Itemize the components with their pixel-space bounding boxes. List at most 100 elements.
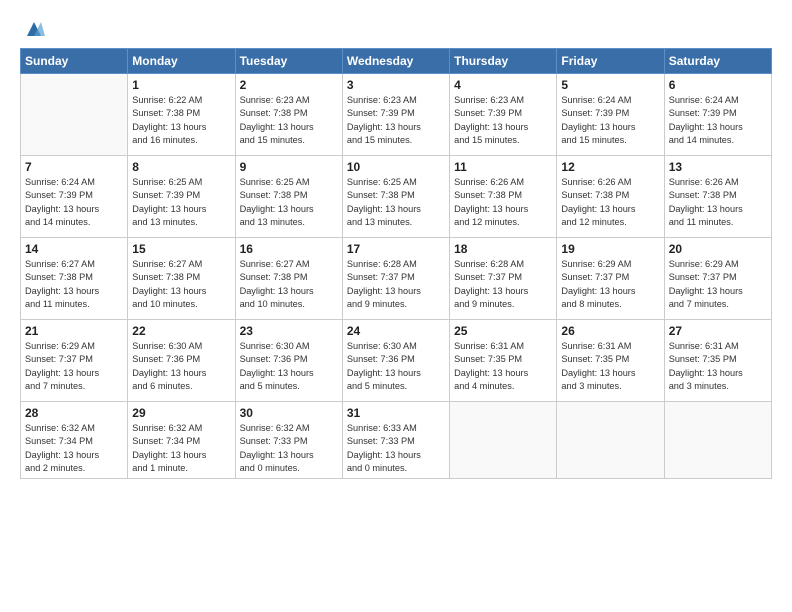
calendar-day-cell: 24 Sunrise: 6:30 AM Sunset: 7:36 PM Dayli… bbox=[342, 320, 449, 402]
calendar-body: 1 Sunrise: 6:22 AM Sunset: 7:38 PM Daylig… bbox=[21, 74, 772, 479]
calendar-week-row: 7Sunrise: 6:24 AM Sunset: 7:39 PM Daylig… bbox=[21, 156, 772, 238]
calendar-day-cell: 22 Sunrise: 6:30 AM Sunset: 7:36 PM Dayli… bbox=[128, 320, 235, 402]
calendar-day-cell: 20Sunrise: 6:29 AM Sunset: 7:37 PM Dayli… bbox=[664, 238, 771, 320]
calendar-day-cell: 4 Sunrise: 6:23 AM Sunset: 7:39 PM Daylig… bbox=[450, 74, 557, 156]
calendar-day-cell bbox=[557, 402, 664, 479]
day-info: Sunrise: 6:26 AM Sunset: 7:38 PM Dayligh… bbox=[561, 176, 659, 229]
day-info: Sunrise: 6:23 AM Sunset: 7:38 PM Dayligh… bbox=[240, 94, 338, 147]
calendar-day-cell: 13 Sunrise: 6:26 AM Sunset: 7:38 PM Dayli… bbox=[664, 156, 771, 238]
calendar-day-cell: 2 Sunrise: 6:23 AM Sunset: 7:38 PM Daylig… bbox=[235, 74, 342, 156]
day-info: Sunrise: 6:29 AM Sunset: 7:37 PM Dayligh… bbox=[561, 258, 659, 311]
calendar-day-cell: 17 Sunrise: 6:28 AM Sunset: 7:37 PM Dayli… bbox=[342, 238, 449, 320]
header bbox=[20, 16, 772, 40]
calendar-day-cell: 6 Sunrise: 6:24 AM Sunset: 7:39 PM Daylig… bbox=[664, 74, 771, 156]
day-info: Sunrise: 6:32 AM Sunset: 7:34 PM Dayligh… bbox=[25, 422, 123, 475]
day-info: Sunrise: 6:28 AM Sunset: 7:37 PM Dayligh… bbox=[454, 258, 552, 311]
day-info: Sunrise: 6:22 AM Sunset: 7:38 PM Dayligh… bbox=[132, 94, 230, 147]
day-number: 25 bbox=[454, 324, 552, 338]
day-number: 18 bbox=[454, 242, 552, 256]
day-info: Sunrise: 6:24 AM Sunset: 7:39 PM Dayligh… bbox=[25, 176, 123, 229]
calendar-header-cell: Tuesday bbox=[235, 49, 342, 74]
day-info: Sunrise: 6:33 AM Sunset: 7:33 PM Dayligh… bbox=[347, 422, 445, 475]
calendar-week-row: 21 Sunrise: 6:29 AM Sunset: 7:37 PM Dayli… bbox=[21, 320, 772, 402]
day-number: 13 bbox=[669, 160, 767, 174]
day-info: Sunrise: 6:23 AM Sunset: 7:39 PM Dayligh… bbox=[454, 94, 552, 147]
calendar-table: SundayMondayTuesdayWednesdayThursdayFrid… bbox=[20, 48, 772, 479]
day-info: Sunrise: 6:30 AM Sunset: 7:36 PM Dayligh… bbox=[132, 340, 230, 393]
day-number: 6 bbox=[669, 78, 767, 92]
day-number: 15 bbox=[132, 242, 230, 256]
day-info: Sunrise: 6:29 AM Sunset: 7:37 PM Dayligh… bbox=[25, 340, 123, 393]
day-number: 28 bbox=[25, 406, 123, 420]
day-number: 19 bbox=[561, 242, 659, 256]
day-number: 11 bbox=[454, 160, 552, 174]
calendar-day-cell: 25 Sunrise: 6:31 AM Sunset: 7:35 PM Dayli… bbox=[450, 320, 557, 402]
day-info: Sunrise: 6:28 AM Sunset: 7:37 PM Dayligh… bbox=[347, 258, 445, 311]
day-info: Sunrise: 6:23 AM Sunset: 7:39 PM Dayligh… bbox=[347, 94, 445, 147]
calendar-day-cell: 21 Sunrise: 6:29 AM Sunset: 7:37 PM Dayli… bbox=[21, 320, 128, 402]
day-info: Sunrise: 6:31 AM Sunset: 7:35 PM Dayligh… bbox=[561, 340, 659, 393]
calendar-day-cell: 8 Sunrise: 6:25 AM Sunset: 7:39 PM Daylig… bbox=[128, 156, 235, 238]
calendar-day-cell: 10Sunrise: 6:25 AM Sunset: 7:38 PM Dayli… bbox=[342, 156, 449, 238]
day-number: 5 bbox=[561, 78, 659, 92]
calendar-week-row: 14 Sunrise: 6:27 AM Sunset: 7:38 PM Dayli… bbox=[21, 238, 772, 320]
day-info: Sunrise: 6:31 AM Sunset: 7:35 PM Dayligh… bbox=[454, 340, 552, 393]
day-number: 2 bbox=[240, 78, 338, 92]
calendar-day-cell: 1 Sunrise: 6:22 AM Sunset: 7:38 PM Daylig… bbox=[128, 74, 235, 156]
day-info: Sunrise: 6:25 AM Sunset: 7:39 PM Dayligh… bbox=[132, 176, 230, 229]
day-number: 30 bbox=[240, 406, 338, 420]
page: SundayMondayTuesdayWednesdayThursdayFrid… bbox=[0, 0, 792, 612]
day-number: 14 bbox=[25, 242, 123, 256]
day-number: 3 bbox=[347, 78, 445, 92]
day-number: 4 bbox=[454, 78, 552, 92]
day-number: 31 bbox=[347, 406, 445, 420]
logo bbox=[20, 16, 45, 40]
calendar-day-cell: 15Sunrise: 6:27 AM Sunset: 7:38 PM Dayli… bbox=[128, 238, 235, 320]
calendar-header-cell: Saturday bbox=[664, 49, 771, 74]
day-info: Sunrise: 6:26 AM Sunset: 7:38 PM Dayligh… bbox=[669, 176, 767, 229]
day-number: 22 bbox=[132, 324, 230, 338]
calendar-header-cell: Thursday bbox=[450, 49, 557, 74]
calendar-day-cell: 23 Sunrise: 6:30 AM Sunset: 7:36 PM Dayli… bbox=[235, 320, 342, 402]
day-info: Sunrise: 6:27 AM Sunset: 7:38 PM Dayligh… bbox=[240, 258, 338, 311]
day-number: 23 bbox=[240, 324, 338, 338]
calendar-day-cell: 31 Sunrise: 6:33 AM Sunset: 7:33 PM Dayli… bbox=[342, 402, 449, 479]
day-number: 12 bbox=[561, 160, 659, 174]
day-number: 24 bbox=[347, 324, 445, 338]
day-info: Sunrise: 6:32 AM Sunset: 7:33 PM Dayligh… bbox=[240, 422, 338, 475]
day-info: Sunrise: 6:24 AM Sunset: 7:39 PM Dayligh… bbox=[669, 94, 767, 147]
calendar-day-cell: 5Sunrise: 6:24 AM Sunset: 7:39 PM Daylig… bbox=[557, 74, 664, 156]
day-number: 20 bbox=[669, 242, 767, 256]
day-number: 9 bbox=[240, 160, 338, 174]
day-info: Sunrise: 6:30 AM Sunset: 7:36 PM Dayligh… bbox=[347, 340, 445, 393]
calendar-week-row: 28 Sunrise: 6:32 AM Sunset: 7:34 PM Dayli… bbox=[21, 402, 772, 479]
day-number: 29 bbox=[132, 406, 230, 420]
calendar-header-cell: Friday bbox=[557, 49, 664, 74]
calendar-header-cell: Sunday bbox=[21, 49, 128, 74]
calendar-day-cell bbox=[450, 402, 557, 479]
calendar-day-cell: 27 Sunrise: 6:31 AM Sunset: 7:35 PM Dayli… bbox=[664, 320, 771, 402]
calendar-day-cell: 9Sunrise: 6:25 AM Sunset: 7:38 PM Daylig… bbox=[235, 156, 342, 238]
day-info: Sunrise: 6:30 AM Sunset: 7:36 PM Dayligh… bbox=[240, 340, 338, 393]
calendar-header-cell: Monday bbox=[128, 49, 235, 74]
logo-icon bbox=[23, 18, 45, 40]
day-number: 1 bbox=[132, 78, 230, 92]
day-info: Sunrise: 6:26 AM Sunset: 7:38 PM Dayligh… bbox=[454, 176, 552, 229]
calendar-day-cell: 28 Sunrise: 6:32 AM Sunset: 7:34 PM Dayli… bbox=[21, 402, 128, 479]
day-number: 27 bbox=[669, 324, 767, 338]
calendar-day-cell: 19 Sunrise: 6:29 AM Sunset: 7:37 PM Dayli… bbox=[557, 238, 664, 320]
calendar-day-cell: 29 Sunrise: 6:32 AM Sunset: 7:34 PM Dayli… bbox=[128, 402, 235, 479]
calendar-day-cell: 11 Sunrise: 6:26 AM Sunset: 7:38 PM Dayli… bbox=[450, 156, 557, 238]
day-number: 26 bbox=[561, 324, 659, 338]
calendar-day-cell bbox=[664, 402, 771, 479]
calendar-header-cell: Wednesday bbox=[342, 49, 449, 74]
calendar-week-row: 1 Sunrise: 6:22 AM Sunset: 7:38 PM Daylig… bbox=[21, 74, 772, 156]
day-number: 21 bbox=[25, 324, 123, 338]
day-number: 8 bbox=[132, 160, 230, 174]
calendar-day-cell bbox=[21, 74, 128, 156]
day-number: 17 bbox=[347, 242, 445, 256]
day-info: Sunrise: 6:32 AM Sunset: 7:34 PM Dayligh… bbox=[132, 422, 230, 475]
day-info: Sunrise: 6:31 AM Sunset: 7:35 PM Dayligh… bbox=[669, 340, 767, 393]
day-info: Sunrise: 6:27 AM Sunset: 7:38 PM Dayligh… bbox=[25, 258, 123, 311]
calendar-header-row: SundayMondayTuesdayWednesdayThursdayFrid… bbox=[21, 49, 772, 74]
